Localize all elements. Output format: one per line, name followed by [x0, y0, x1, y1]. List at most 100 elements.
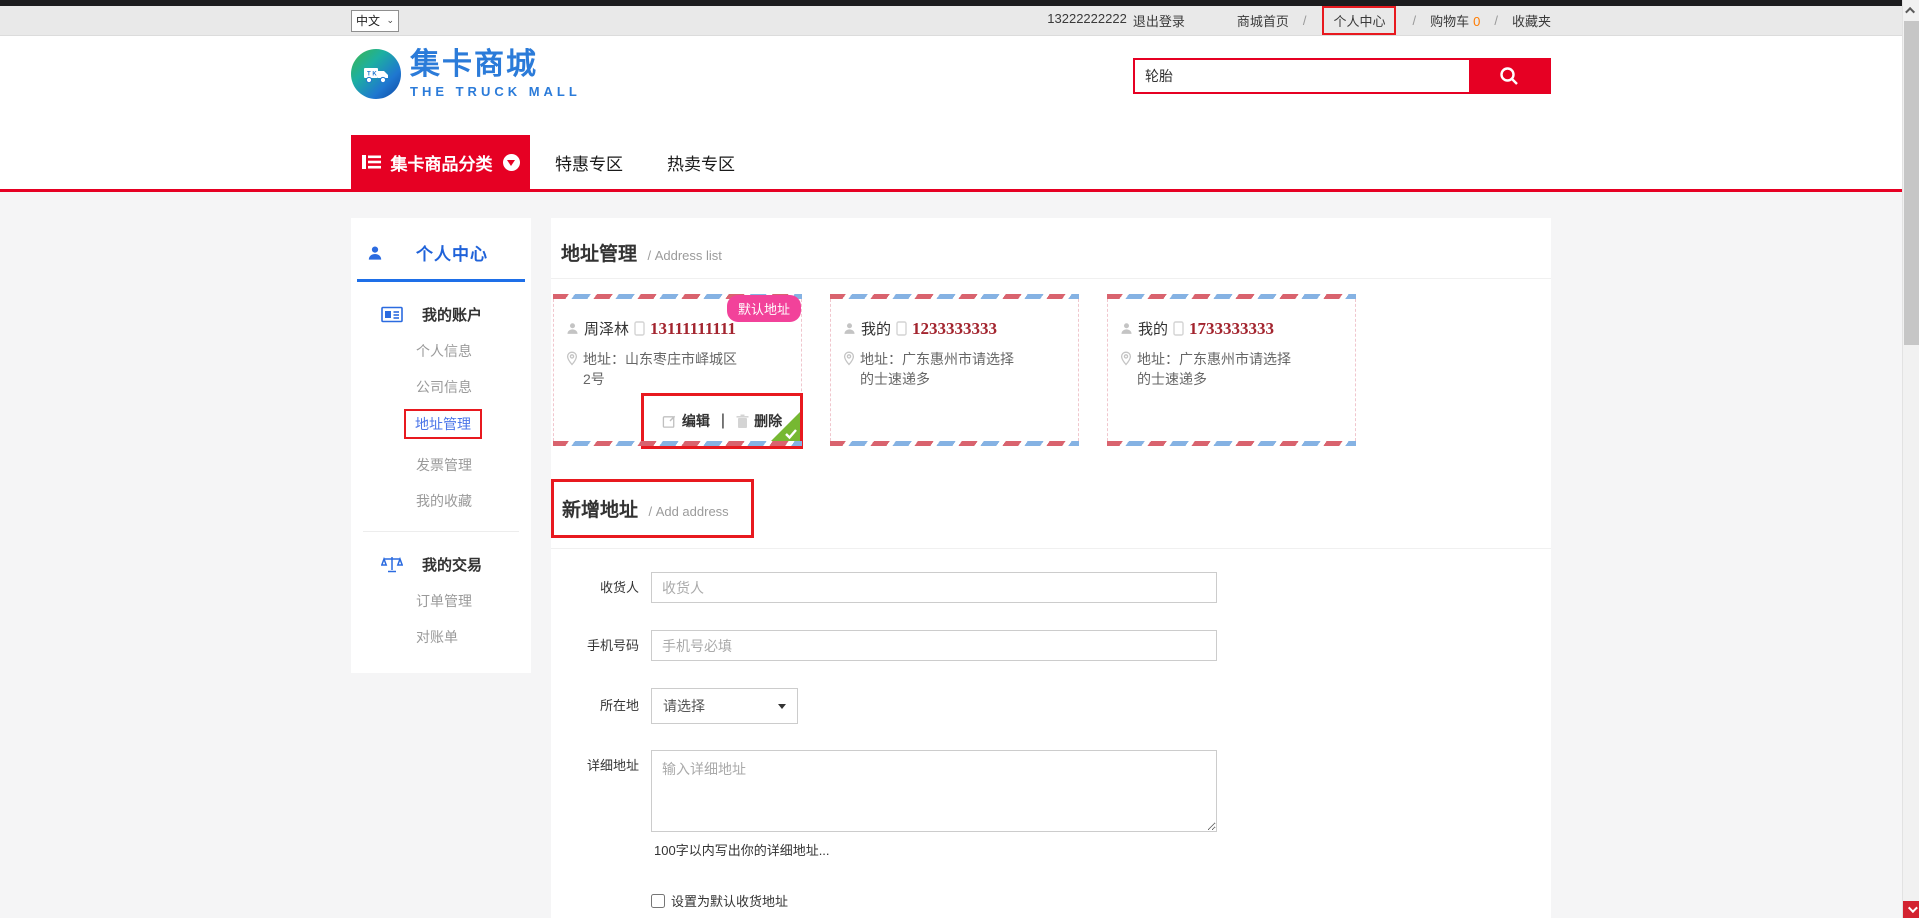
- svg-text:T K: T K: [367, 72, 377, 78]
- search-button[interactable]: [1469, 60, 1549, 92]
- truck-logo-icon: T K: [351, 49, 401, 99]
- sidebar: 个人中心 我的账户 个人信息 公司信息: [351, 218, 531, 673]
- sidebar-title[interactable]: 个人中心: [416, 240, 488, 265]
- receiver-label: 收货人: [551, 572, 651, 604]
- section-divider: [551, 548, 1551, 549]
- action-separator: |: [721, 412, 725, 430]
- sidebar-title-underline: [357, 279, 525, 282]
- nav-hot-zone[interactable]: 热卖专区: [667, 150, 735, 175]
- region-select-value: 请选择: [663, 696, 705, 716]
- chevron-down-icon: ⌄: [386, 15, 394, 26]
- person-icon: [566, 322, 579, 335]
- logout-link[interactable]: 退出登录: [1133, 11, 1185, 30]
- search-input[interactable]: [1135, 60, 1469, 92]
- receiver-input[interactable]: [651, 572, 1217, 603]
- category-menu-button[interactable]: 集卡商品分类: [351, 135, 530, 189]
- logo-subtitle: THE TRUCK MALL: [410, 84, 581, 99]
- phone-label: 手机号码: [551, 630, 651, 662]
- recipient-phone: 1233333333: [912, 319, 997, 339]
- scroll-up-button[interactable]: [1903, 2, 1919, 19]
- home-link[interactable]: 商城首页: [1237, 11, 1289, 30]
- separator: /: [1412, 13, 1416, 28]
- phone-icon: [1173, 321, 1184, 336]
- add-address-title: 新增地址: [562, 500, 638, 521]
- trash-icon: [736, 414, 749, 429]
- detail-address-label: 详细地址: [551, 750, 651, 832]
- person-icon: [843, 322, 856, 335]
- recipient-name: 我的: [861, 318, 891, 339]
- cart-link[interactable]: 购物车0: [1430, 11, 1480, 30]
- sidebar-item-invoice-management[interactable]: 发票管理: [351, 455, 531, 475]
- sidebar-item-order-management[interactable]: 订单管理: [351, 591, 531, 611]
- scrollbar-thumb[interactable]: [1904, 21, 1919, 345]
- category-list-icon: [362, 154, 381, 170]
- detail-address-textarea[interactable]: [651, 750, 1217, 832]
- personal-center-link[interactable]: 个人中心: [1322, 6, 1396, 35]
- chevron-down-icon: [778, 704, 786, 709]
- recipient-name: 周泽林: [584, 318, 629, 339]
- address-cards-row: 默认地址 周泽林 13111111111: [551, 279, 1551, 446]
- sidebar-item-address-management[interactable]: 地址管理: [404, 409, 482, 439]
- phone-icon: [896, 321, 907, 336]
- address-list-header: 地址管理 / Address list: [551, 218, 1551, 279]
- default-address-badge: 默认地址: [727, 295, 801, 322]
- sidebar-item-company-info[interactable]: 公司信息: [351, 377, 531, 397]
- favorites-link[interactable]: 收藏夹: [1512, 11, 1551, 30]
- person-icon: [367, 245, 383, 261]
- search-bar: [1133, 58, 1551, 94]
- nav-special-zone[interactable]: 特惠专区: [555, 150, 623, 175]
- address-list-subtitle: / Address list: [647, 248, 721, 263]
- sidebar-item-my-favorites[interactable]: 我的收藏: [351, 491, 531, 511]
- separator: /: [1494, 13, 1498, 28]
- sidebar-item-personal-info[interactable]: 个人信息: [351, 341, 531, 361]
- vertical-scrollbar[interactable]: [1902, 0, 1919, 918]
- default-check-corner: [766, 412, 800, 446]
- recipient-phone: 1733333333: [1189, 319, 1274, 339]
- search-icon: [1497, 64, 1521, 88]
- phone-input[interactable]: [651, 630, 1217, 661]
- add-address-form: 收货人 手机号码 所在地 请选择: [551, 572, 1551, 918]
- person-icon: [1120, 322, 1133, 335]
- site-logo[interactable]: T K 集卡商城 THE TRUCK MALL: [351, 49, 581, 99]
- region-select[interactable]: 请选择: [651, 688, 798, 724]
- chevron-down-icon: [1908, 903, 1918, 913]
- main-area: 个人中心 我的账户 个人信息 公司信息: [0, 192, 1902, 918]
- recipient-phone: 13111111111: [650, 319, 736, 339]
- default-address-checkbox-row: 设置为默认收货地址: [651, 891, 1551, 910]
- language-select-value: 中文: [356, 12, 380, 29]
- cart-count-badge: 0: [1473, 14, 1480, 29]
- language-select[interactable]: 中文 ⌄: [351, 10, 399, 32]
- address-text: 地址：广东惠州市请选择 的士速递多: [1137, 349, 1291, 390]
- address-card: 我的 1233333333 地址：广东惠州市请选择: [830, 294, 1079, 446]
- topbar: 中文 ⌄ 13222222222 退出登录 商城首页 / 个人中心 / 购物车0…: [0, 6, 1902, 36]
- edit-address-button[interactable]: 编辑: [662, 411, 710, 431]
- scroll-down-button[interactable]: [1903, 901, 1919, 918]
- sidebar-item-statement[interactable]: 对账单: [351, 627, 531, 647]
- location-pin-icon: [566, 351, 578, 390]
- sidebar-group-trade[interactable]: 我的交易: [422, 554, 482, 575]
- location-pin-icon: [843, 351, 855, 390]
- detail-address-hint: 100字以内写出你的详细地址...: [654, 840, 1551, 859]
- sidebar-divider: [363, 531, 519, 532]
- address-text: 地址：山东枣庄市峄城区 2号: [583, 349, 737, 390]
- address-card-default: 默认地址 周泽林 13111111111: [553, 294, 802, 446]
- chevron-up-icon: [1905, 7, 1915, 17]
- recipient-name: 我的: [1138, 318, 1168, 339]
- account-card-icon: [381, 306, 403, 323]
- scale-icon: [381, 555, 403, 574]
- page: 中文 ⌄ 13222222222 退出登录 商城首页 / 个人中心 / 购物车0…: [0, 0, 1919, 918]
- add-address-subtitle: / Add address: [648, 504, 728, 519]
- phone-icon: [634, 321, 645, 336]
- sidebar-group-account[interactable]: 我的账户: [422, 304, 482, 325]
- default-address-checkbox-label: 设置为默认收货地址: [671, 891, 788, 910]
- edit-pencil-icon: [662, 414, 677, 429]
- user-phone: 13222222222: [1047, 11, 1127, 30]
- card-actions-annotation-box: 编辑 | 删除: [641, 393, 803, 449]
- site-header: T K 集卡商城 THE TRUCK MALL: [0, 36, 1902, 192]
- location-pin-icon: [1120, 351, 1132, 390]
- separator: /: [1303, 13, 1307, 28]
- default-address-checkbox[interactable]: [651, 894, 665, 908]
- category-menu-label: 集卡商品分类: [391, 150, 493, 175]
- address-panel: 地址管理 / Address list 默认地址 周泽林: [551, 218, 1551, 918]
- circle-arrow-down-icon: [503, 154, 520, 171]
